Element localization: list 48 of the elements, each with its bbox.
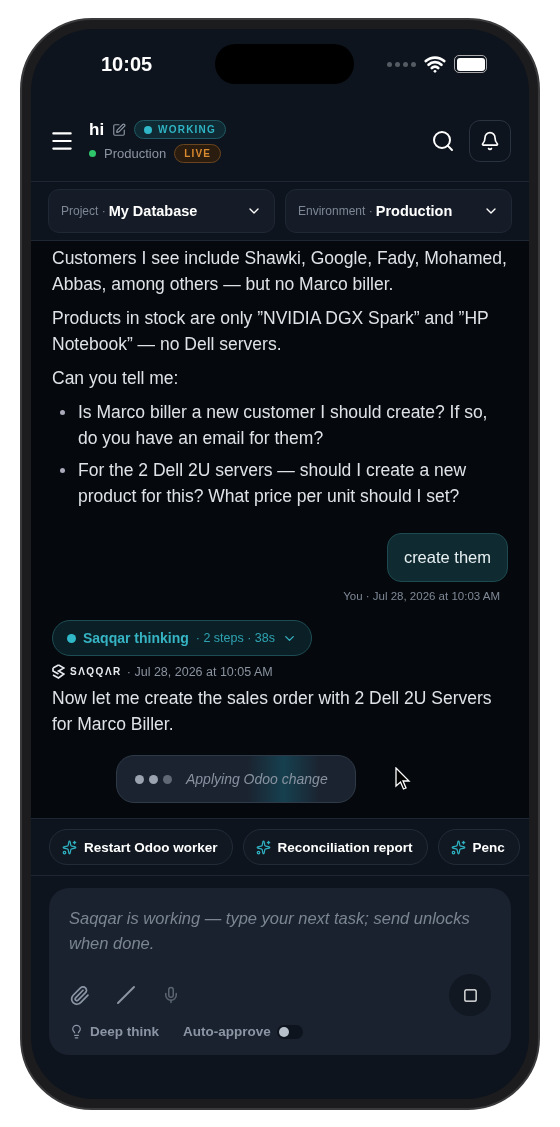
wifi-icon xyxy=(424,53,446,75)
message-paragraph: Can you tell me: xyxy=(52,367,180,390)
bell-icon xyxy=(480,131,500,151)
status-dot xyxy=(67,633,76,643)
sparkle-icon xyxy=(62,839,77,855)
sparkle-icon xyxy=(255,839,271,855)
stop-icon xyxy=(462,987,478,1003)
auto-approve-toggle[interactable] xyxy=(276,1024,303,1039)
auto-approve-label: Auto-approve xyxy=(183,1024,271,1039)
bullet-text: For the 2 Dell 2U servers — should I create a new product for this? What price per unit should I set? xyxy=(78,459,468,508)
activity-indicator: Applying Odoo change xyxy=(116,755,356,803)
brand-name: SΛQQΛR xyxy=(70,666,122,677)
environment-label: Production xyxy=(104,145,167,161)
suggestion-chip[interactable]: Restart Odoo worker xyxy=(49,829,233,865)
bullet-text: Is Marco biller a new customer I should create? If so, do you have an email for them? xyxy=(78,401,489,450)
selector-dropdown[interactable]: Environment · Production xyxy=(285,189,512,233)
message-paragraph: Customers I see include Shawki, Google, Fady, Mohamed, Abbas, among others — but no Marco biller. xyxy=(52,247,508,296)
battery-icon xyxy=(454,55,487,73)
status-badge: WORKING xyxy=(134,120,226,139)
slash-icon[interactable] xyxy=(116,985,136,1005)
status-time: 10:05 xyxy=(101,52,153,76)
status-dot xyxy=(89,149,96,157)
deep-think-button[interactable]: Deep think xyxy=(69,1024,159,1039)
suggestion-chip[interactable]: Penc xyxy=(437,829,520,865)
stop-button[interactable] xyxy=(449,974,491,1016)
thinking-toggle[interactable]: Saqqar thinking · 2 steps · 38s xyxy=(52,620,312,656)
message-paragraph: Now let me create the sales order with 2 Dell 2U Servers for Marco Biller. xyxy=(52,687,493,736)
cursor-icon xyxy=(395,767,411,791)
message-paragraph: Products in stock are only ”NVIDIA DGX Spark” and ”HP Notebook” — no Dell servers. xyxy=(52,307,490,356)
message-meta: · Jul 28, 2026 at 10:05 AM xyxy=(126,664,273,679)
sparkle-icon xyxy=(450,839,466,855)
message-input[interactable]: Saqqar is working — type your next task; send unlocks when done. Deep think Auto-approve xyxy=(49,888,511,1055)
bullet-dot xyxy=(60,410,65,415)
selector-dropdown[interactable]: Project · My Database xyxy=(48,189,275,233)
user-message: create them xyxy=(386,533,508,582)
logo-icon xyxy=(52,664,65,679)
notifications-button[interactable] xyxy=(469,120,511,162)
suggestion-chip[interactable]: Reconciliation report xyxy=(242,829,428,865)
live-badge: LIVE xyxy=(174,143,222,163)
lightbulb-icon xyxy=(69,1024,84,1039)
search-button[interactable] xyxy=(431,129,455,153)
attach-icon[interactable] xyxy=(69,984,90,1006)
bullet-dot xyxy=(60,468,65,473)
chat-title: hi xyxy=(89,119,105,140)
edit-icon[interactable] xyxy=(112,122,127,137)
message-meta: You · Jul 28, 2026 at 10:03 AM xyxy=(343,590,500,602)
signal-icon xyxy=(387,61,416,67)
microphone-icon[interactable] xyxy=(162,986,180,1004)
